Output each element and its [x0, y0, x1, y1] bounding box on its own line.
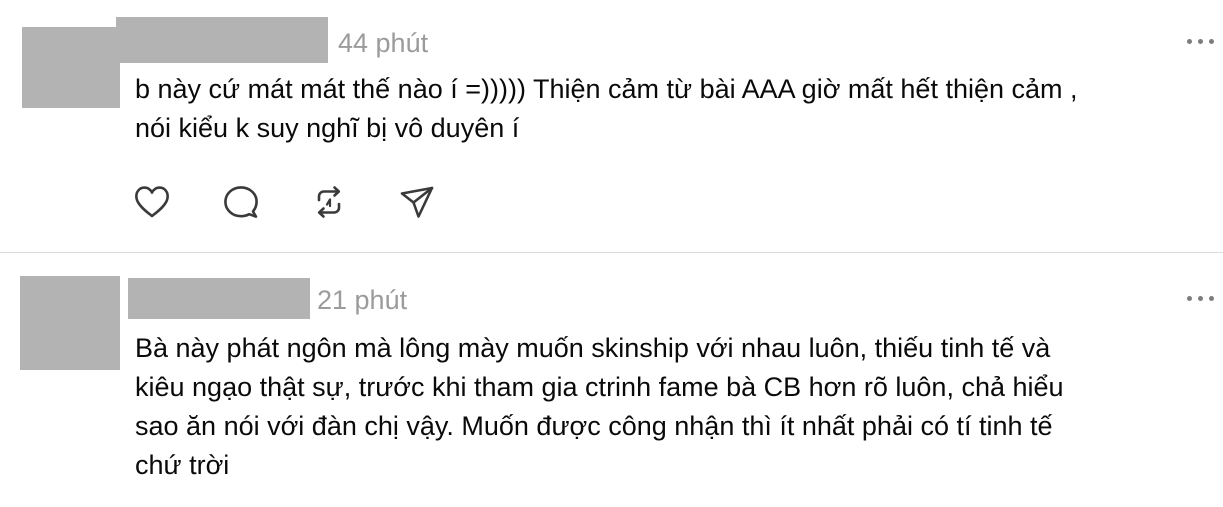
like-button[interactable]: [133, 184, 171, 220]
more-options-icon[interactable]: [1185, 37, 1217, 47]
comment-text: Bà này phát ngôn mà lông mày muốn skinsh…: [135, 329, 1064, 485]
reply-button[interactable]: [222, 184, 260, 220]
share-button[interactable]: [398, 184, 436, 220]
comment-text-line: b này cứ mát mát thế nào í =))))) Thiện …: [135, 74, 1078, 104]
comment-text-line: nói kiểu k suy nghĩ bị vô duyên í: [135, 113, 520, 143]
post-time: 44 phút: [338, 28, 429, 58]
threads-comment-list: 44 phút b này cứ mát mát thế nào í =))))…: [0, 0, 1223, 507]
avatar-redacted[interactable]: [22, 27, 120, 108]
username-redacted[interactable]: [128, 278, 310, 319]
comment-divider: [0, 252, 1223, 253]
repost-button[interactable]: [310, 184, 348, 220]
repost-icon: [317, 186, 341, 218]
heart-icon: [135, 186, 169, 218]
comment-text-line: Bà này phát ngôn mà lông mày muốn skinsh…: [135, 333, 1051, 363]
post-time: 21 phút: [317, 285, 408, 315]
username-redacted[interactable]: [116, 17, 328, 63]
avatar-redacted[interactable]: [20, 276, 120, 370]
comment-text: b này cứ mát mát thế nào í =))))) Thiện …: [135, 70, 1078, 148]
comment-text-line: sao ăn nói với đàn chị vậy. Muốn được cô…: [135, 411, 1053, 441]
comment-text-line: chứ trời: [135, 450, 230, 480]
more-options-icon[interactable]: [1185, 294, 1217, 304]
share-icon: [400, 186, 434, 218]
comment-text-line: kiêu ngạo thật sự, trước khi tham gia ct…: [135, 372, 1064, 402]
comment-icon: [224, 186, 258, 218]
